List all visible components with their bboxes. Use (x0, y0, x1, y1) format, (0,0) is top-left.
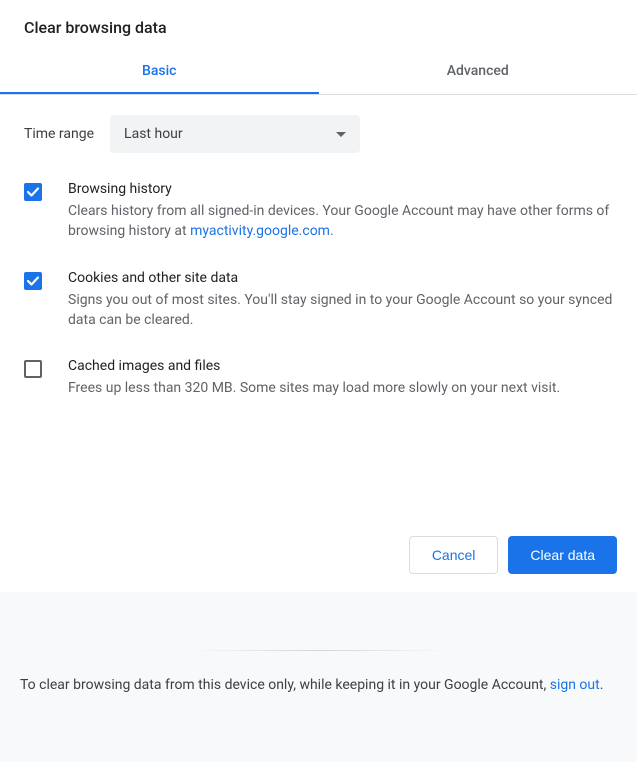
option-cookies: Cookies and other site data Signs you ou… (24, 270, 613, 331)
option-browsing-history: Browsing history Clears history from all… (24, 181, 613, 242)
dialog-footer: To clear browsing data from this device … (0, 592, 637, 762)
option-description: Clears history from all signed-in device… (68, 201, 613, 242)
options-body: Time range Last hour Browsing history Cl… (0, 95, 637, 426)
option-title: Cookies and other site data (68, 270, 613, 286)
footer-text: To clear browsing data from this device … (20, 675, 617, 697)
dialog-buttons: Cancel Clear data (0, 536, 637, 592)
option-description: Signs you out of most sites. You'll stay… (68, 290, 613, 331)
tab-basic[interactable]: Basic (0, 49, 319, 94)
checkbox-cookies[interactable] (24, 272, 42, 290)
checkmark-icon (26, 274, 40, 288)
dialog-title: Clear browsing data (0, 0, 637, 49)
time-range-label: Time range (24, 126, 94, 142)
checkbox-browsing-history[interactable] (24, 183, 42, 201)
checkbox-cached[interactable] (24, 360, 42, 378)
myactivity-link[interactable]: myactivity.google.com (190, 223, 330, 239)
option-title: Cached images and files (68, 358, 613, 374)
tab-advanced[interactable]: Advanced (319, 49, 637, 94)
option-title: Browsing history (68, 181, 613, 197)
time-range-row: Time range Last hour (24, 115, 613, 153)
time-range-select[interactable]: Last hour (110, 115, 360, 153)
clear-data-button[interactable]: Clear data (508, 536, 617, 574)
tab-bar: Basic Advanced (0, 49, 637, 95)
time-range-value: Last hour (124, 126, 183, 142)
option-description: Frees up less than 320 MB. Some sites ma… (68, 378, 613, 398)
cancel-button[interactable]: Cancel (409, 536, 499, 574)
sign-out-link[interactable]: sign out (550, 677, 600, 693)
option-cached: Cached images and files Frees up less th… (24, 358, 613, 398)
divider (189, 650, 449, 651)
checkmark-icon (26, 185, 40, 199)
chevron-down-icon (336, 132, 346, 137)
clear-browsing-data-dialog: Clear browsing data Basic Advanced Time … (0, 0, 637, 762)
